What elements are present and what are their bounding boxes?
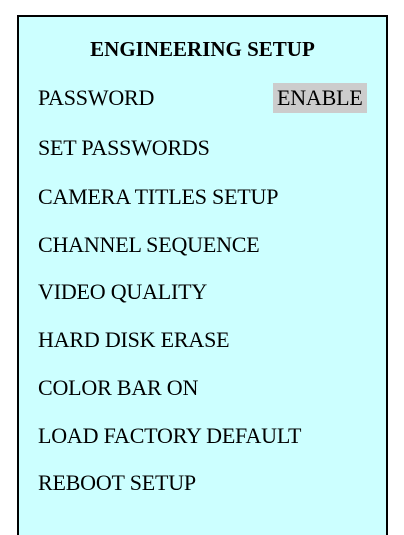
video-quality-menu-item[interactable]: VIDEO QUALITY [38, 279, 207, 305]
load-factory-default-menu-item[interactable]: LOAD FACTORY DEFAULT [38, 423, 301, 449]
menu-title: ENGINEERING SETUP [90, 37, 315, 61]
set-passwords-menu-item[interactable]: SET PASSWORDS [38, 135, 210, 161]
channel-sequence-menu-item[interactable]: CHANNEL SEQUENCE [38, 232, 260, 258]
reboot-setup-menu-item[interactable]: REBOOT SETUP [38, 470, 196, 496]
password-label: PASSWORD [38, 85, 155, 110]
hard-disk-erase-menu-item[interactable]: HARD DISK ERASE [38, 327, 230, 353]
password-value-highlight[interactable]: ENABLE [273, 83, 367, 113]
engineering-setup-menu: ENGINEERING SETUP PASSWORD ENABLE SET PA… [17, 15, 388, 535]
camera-titles-setup-menu-item[interactable]: CAMERA TITLES SETUP [38, 184, 278, 210]
color-bar-on-menu-item[interactable]: COLOR BAR ON [38, 375, 198, 401]
